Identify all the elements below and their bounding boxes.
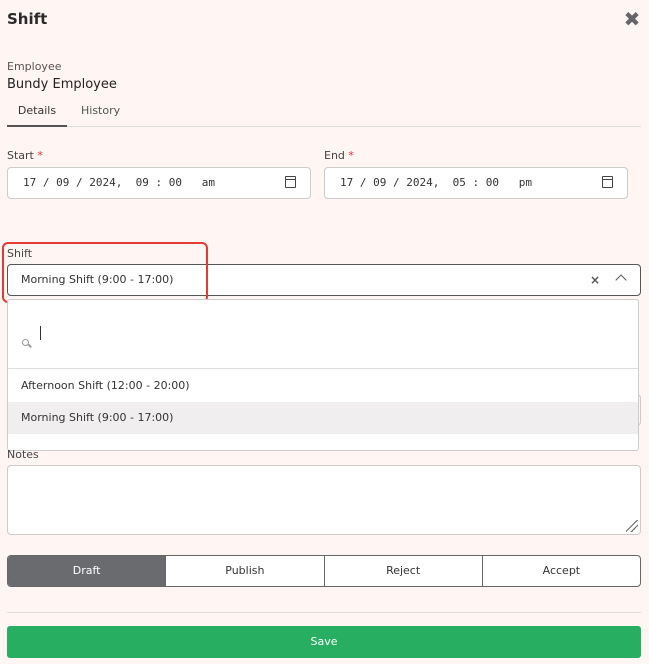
end-label: End * [324, 149, 354, 162]
save-button[interactable]: Save [7, 626, 641, 658]
dialog-title: Shift [7, 10, 48, 28]
calendar-icon[interactable] [285, 176, 296, 188]
divider [7, 612, 641, 613]
draft-button[interactable]: Draft [8, 556, 167, 586]
tab-bar: Details History [7, 100, 641, 127]
text-caret [40, 326, 41, 340]
chevron-up-icon[interactable] [615, 274, 627, 286]
close-icon[interactable]: ✖ [623, 9, 641, 29]
required-mark: * [37, 149, 43, 162]
calendar-icon[interactable] [602, 176, 613, 188]
start-label: Start * [7, 149, 43, 162]
dropdown-option-afternoon[interactable]: Afternoon Shift (12:00 - 20:00) [8, 370, 638, 402]
dropdown-search-input[interactable] [8, 300, 638, 369]
start-datetime-input[interactable]: 17 / 09 / 2024, 09 : 00 am [7, 167, 311, 199]
end-datetime-input[interactable]: 17 / 09 / 2024, 05 : 00 pm [324, 167, 628, 199]
accept-button[interactable]: Accept [483, 556, 640, 586]
start-datetime-value: 17 / 09 / 2024, 09 : 00 am [23, 176, 216, 189]
tab-details[interactable]: Details [7, 100, 67, 127]
publish-button[interactable]: Publish [166, 556, 325, 586]
end-datetime-value: 17 / 09 / 2024, 05 : 00 pm [340, 176, 533, 189]
tab-history[interactable]: History [81, 100, 120, 127]
search-icon [22, 339, 29, 346]
reject-button[interactable]: Reject [325, 556, 483, 586]
clear-icon[interactable]: × [590, 265, 600, 295]
employee-label: Employee [7, 60, 62, 73]
notes-label: Notes [7, 448, 39, 461]
shift-dropdown: Afternoon Shift (12:00 - 20:00) Morning … [7, 299, 639, 451]
employee-name: Bundy Employee [7, 77, 117, 92]
required-mark: * [348, 149, 354, 162]
status-button-group: Draft Publish Reject Accept [7, 555, 641, 587]
resize-handle-icon[interactable] [626, 520, 638, 532]
dropdown-option-morning[interactable]: Morning Shift (9:00 - 17:00) [8, 402, 638, 434]
highlight-box [2, 242, 208, 303]
notes-textarea[interactable] [7, 465, 641, 535]
